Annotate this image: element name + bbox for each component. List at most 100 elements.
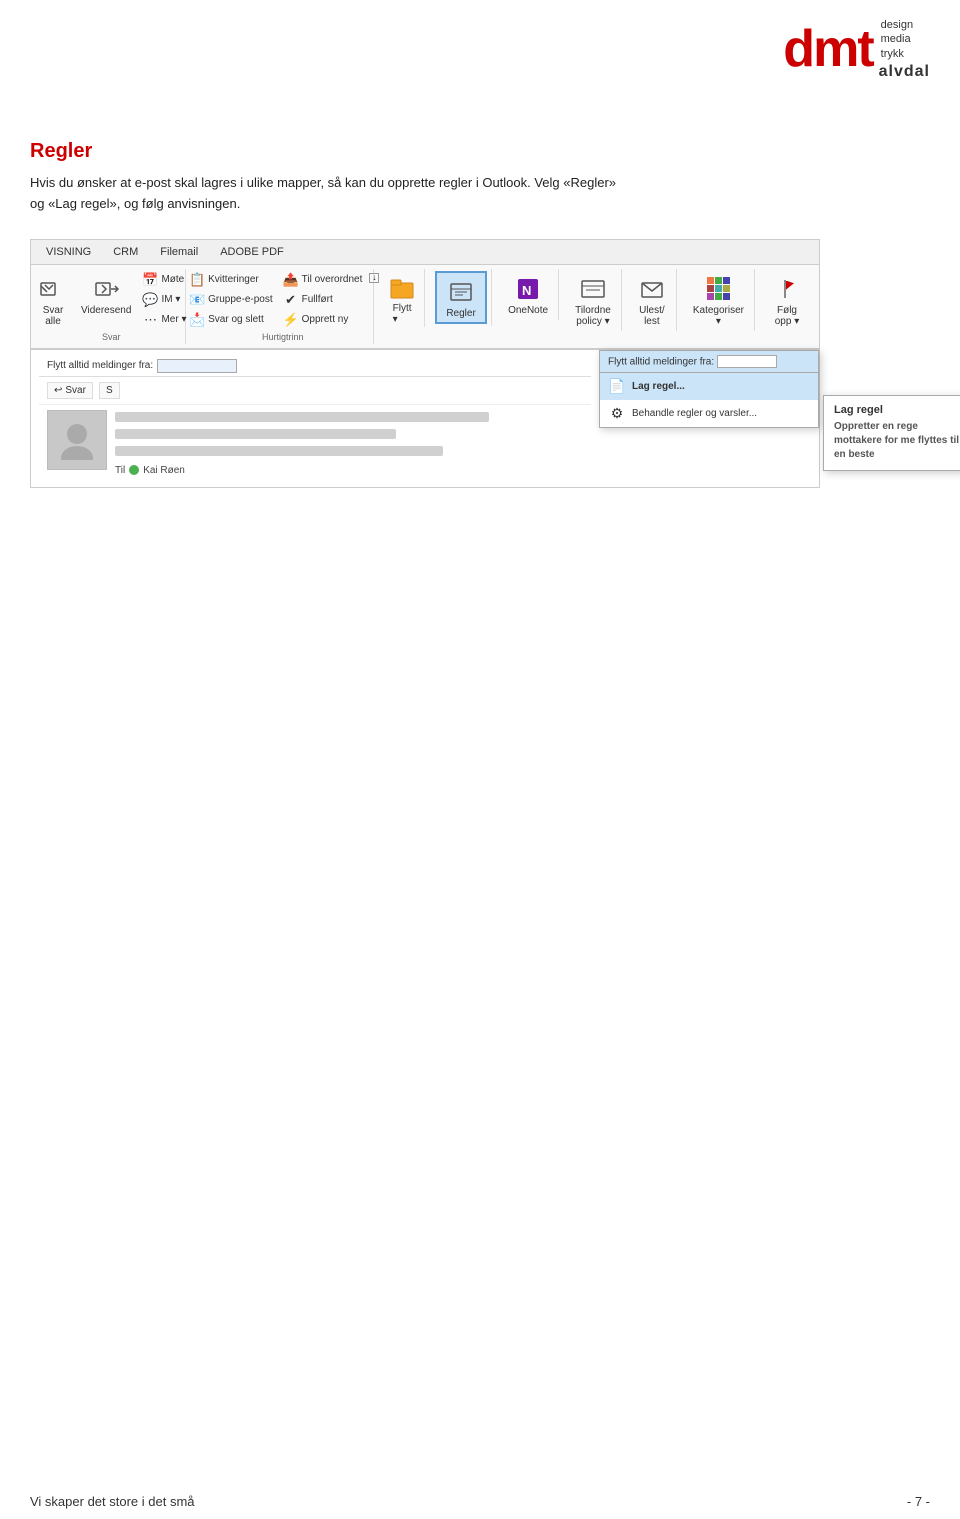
behandle-item[interactable]: ⚙ Behandle regler og varsler... bbox=[600, 400, 818, 427]
ulest-button[interactable]: Ulest/lest bbox=[632, 271, 672, 329]
svar-s-btn[interactable]: S bbox=[99, 382, 120, 399]
tab-crm[interactable]: CRM bbox=[102, 240, 149, 264]
kvitteringer-icon: 📋 bbox=[189, 272, 205, 288]
ribbon-group-tilordne: Tilordnepolicy ▾ bbox=[565, 269, 622, 331]
opprett-icon: ⚡ bbox=[283, 312, 299, 328]
folg-button[interactable]: Følgopp ▾ bbox=[767, 271, 807, 329]
ribbon-group-svar: Svaralle Videresend bbox=[37, 269, 186, 344]
blurred-line-3 bbox=[115, 446, 443, 456]
kvitteringer-button[interactable]: 📋 Kvitteringer bbox=[186, 271, 275, 289]
folg-icon bbox=[771, 273, 803, 305]
tilordne-label: Tilordnepolicy ▾ bbox=[575, 305, 611, 327]
regler-label: Regler bbox=[446, 308, 475, 319]
kvitteringer-label: Kvitteringer bbox=[208, 274, 259, 285]
tilordne-icon bbox=[577, 273, 609, 305]
im-button[interactable]: 💬 IM ▾ bbox=[139, 291, 189, 309]
til-overordnet-icon: 📤 bbox=[283, 272, 299, 288]
svar-slett-button[interactable]: 📩 Svar og slett bbox=[186, 311, 275, 329]
flytt-alltid-row: Flytt alltid meldinger fra: bbox=[39, 356, 591, 377]
onenote-label: OneNote bbox=[508, 305, 548, 316]
opprett-label: Opprett ny bbox=[302, 314, 349, 325]
onenote-button[interactable]: N OneNote bbox=[504, 271, 552, 318]
ribbon-tabs: VISNING CRM Filemail ADOBE PDF bbox=[31, 240, 819, 265]
regler-button[interactable]: Regler bbox=[435, 271, 487, 324]
hurtigtrinn-expand[interactable]: ↓ bbox=[369, 273, 379, 283]
svar-btn[interactable]: ↩ Svar bbox=[47, 382, 93, 399]
email-to-row: Til Kai Røen bbox=[115, 465, 583, 476]
footer: Vi skaper det store i det små - 7 - bbox=[30, 1494, 930, 1509]
section-title: Regler bbox=[30, 140, 930, 163]
fullfort-icon: ✔ bbox=[283, 292, 299, 308]
lag-regel-label: Lag regel... bbox=[632, 381, 685, 392]
gruppe-icon: 📧 bbox=[189, 292, 205, 308]
flytt-button[interactable]: Flytt▾ bbox=[386, 271, 418, 325]
flytt-alltid-popup-input[interactable] bbox=[717, 355, 777, 368]
videresend-label: Videresend bbox=[81, 305, 131, 316]
tooltip-title: Lag regel bbox=[834, 404, 960, 416]
hurtigtrinn-buttons: 📋 Kvitteringer 📧 Gruppe-e-post 📩 Svar og… bbox=[186, 271, 379, 329]
logo-taglines: design media trykk bbox=[881, 18, 930, 61]
mote-icon: 📅 bbox=[142, 272, 158, 288]
svar-s-label: S bbox=[106, 385, 113, 396]
ribbon-group-hurtigtrinn: 📋 Kvitteringer 📧 Gruppe-e-post 📩 Svar og… bbox=[192, 269, 374, 344]
ribbon-group-regler: Regler bbox=[431, 269, 492, 326]
flytt-alltid-popup-label: Flytt alltid meldinger fra: bbox=[608, 356, 714, 367]
opprett-ny-button[interactable]: ⚡ Opprett ny bbox=[280, 311, 366, 329]
mer-label: Mer ▾ bbox=[161, 314, 186, 325]
lag-regel-icon: 📄 bbox=[608, 378, 626, 395]
logo-area: dmt design media trykk alvdal bbox=[783, 18, 930, 81]
svar-buttons: Svaralle Videresend bbox=[33, 271, 189, 329]
to-name: Kai Røen bbox=[143, 465, 185, 476]
svar-slett-label: Svar og slett bbox=[208, 314, 264, 325]
lag-regel-tooltip: Lag regel Oppretter en rege mottakere fo… bbox=[823, 395, 960, 471]
lag-regel-item[interactable]: 📄 Lag regel... Lag regel Oppretter en re… bbox=[600, 373, 818, 400]
flytt-alltid-input[interactable] bbox=[157, 359, 237, 373]
im-icon: 💬 bbox=[142, 292, 158, 308]
tilordne-button[interactable]: Tilordnepolicy ▾ bbox=[571, 271, 615, 329]
kategoriser-icon bbox=[702, 273, 734, 305]
ribbon-group-kategoriser: Kategoriser▾ bbox=[683, 269, 755, 331]
screenshot-container: VISNING CRM Filemail ADOBE PDF bbox=[30, 239, 820, 488]
svar-alle-button[interactable]: Svaralle bbox=[33, 271, 73, 329]
regler-icon bbox=[445, 276, 477, 308]
kategoriser-button[interactable]: Kategoriser▾ bbox=[689, 271, 748, 329]
ulest-icon bbox=[636, 273, 668, 305]
hurtigtrinn-right: 📤 Til overordnet ✔ Fullført ⚡ Opprett ny bbox=[280, 271, 366, 329]
til-overordnet-button[interactable]: 📤 Til overordnet bbox=[280, 271, 366, 289]
ribbon-content: Svaralle Videresend bbox=[31, 265, 819, 350]
behandle-label: Behandle regler og varsler... bbox=[632, 408, 757, 419]
tab-filemail[interactable]: Filemail bbox=[149, 240, 209, 264]
hurtigtrinn-label: Hurtigtrinn bbox=[262, 332, 304, 342]
gruppe-epost-button[interactable]: 📧 Gruppe-e-post bbox=[186, 291, 275, 309]
tooltip-body: Oppretter en rege mottakere for me flytt… bbox=[834, 420, 960, 462]
tab-adobe-pdf[interactable]: ADOBE PDF bbox=[209, 240, 295, 264]
svar-alle-icon bbox=[37, 273, 69, 305]
green-dot bbox=[129, 465, 139, 475]
section-body: Hvis du ønsker at e-post skal lagres i u… bbox=[30, 173, 930, 215]
logo-alvdal: alvdal bbox=[879, 63, 930, 81]
svar-group-label: Svar bbox=[102, 332, 121, 342]
svg-text:N: N bbox=[522, 283, 531, 298]
ribbon-group-flytt: Flytt▾ bbox=[380, 269, 425, 327]
main-content: Regler Hvis du ønsker at e-post skal lag… bbox=[30, 140, 930, 488]
im-label: IM ▾ bbox=[161, 294, 180, 305]
onenote-icon: N bbox=[512, 273, 544, 305]
videresend-icon bbox=[90, 273, 122, 305]
ulest-label: Ulest/lest bbox=[639, 305, 665, 327]
svar-btn-icon: ↩ bbox=[54, 385, 62, 396]
fullfort-button[interactable]: ✔ Fullført bbox=[280, 291, 366, 309]
flytt-label: Flytt▾ bbox=[393, 303, 412, 325]
small-btns-group: 📅 Møte 💬 IM ▾ ⋯ Mer ▾ bbox=[139, 271, 189, 329]
email-avatar bbox=[47, 410, 107, 470]
tab-visning[interactable]: VISNING bbox=[35, 240, 102, 264]
to-label: Til bbox=[115, 465, 125, 476]
footer-right: - 7 - bbox=[907, 1494, 930, 1509]
email-and-popup-area: Flytt alltid meldinger fra: ↩ Svar S bbox=[31, 350, 819, 487]
svar-slett-icon: 📩 bbox=[189, 312, 205, 328]
mer-icon: ⋯ bbox=[142, 312, 158, 328]
videresend-button[interactable]: Videresend bbox=[77, 271, 135, 318]
mote-button[interactable]: 📅 Møte bbox=[139, 271, 189, 289]
mer-button[interactable]: ⋯ Mer ▾ bbox=[139, 311, 189, 329]
folg-label: Følgopp ▾ bbox=[775, 305, 799, 327]
fullfort-label: Fullført bbox=[302, 294, 333, 305]
